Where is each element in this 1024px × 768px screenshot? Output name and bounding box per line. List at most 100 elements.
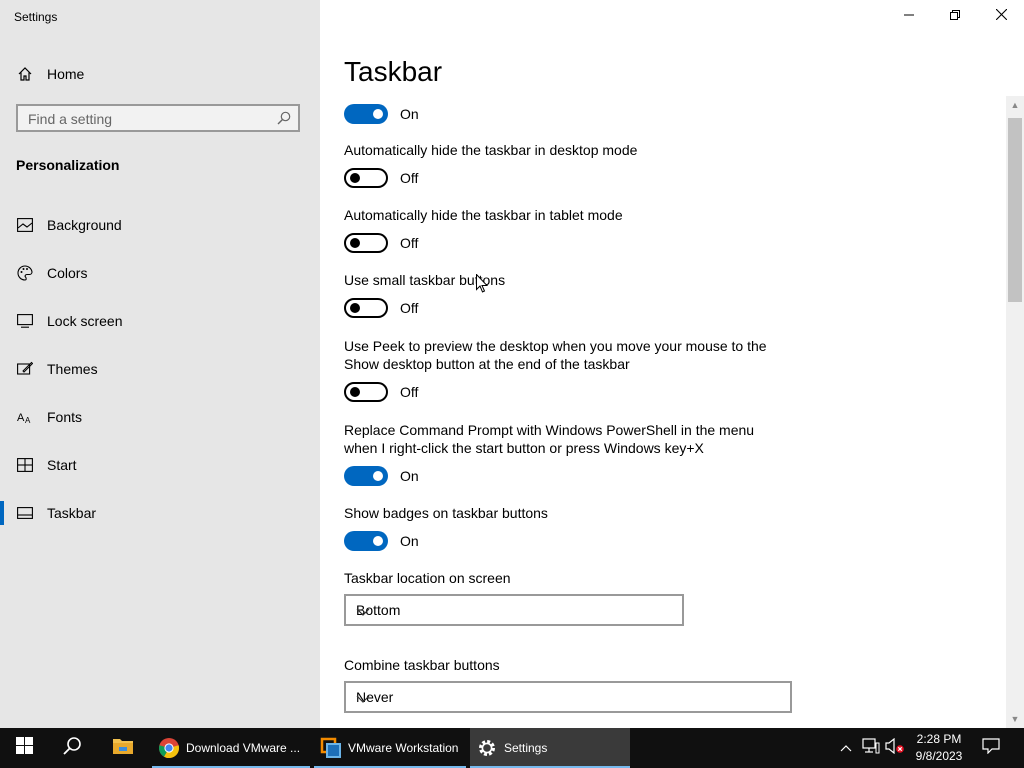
auto-hide-desktop-toggle-row: Off bbox=[344, 168, 418, 188]
taskbar-app-label: Download VMware ... bbox=[186, 741, 301, 755]
badges-toggle-row: On bbox=[344, 531, 419, 551]
taskbar-app-settings[interactable]: Settings bbox=[470, 728, 630, 768]
home-icon bbox=[16, 65, 34, 83]
small-buttons-label: Use small taskbar buttons bbox=[344, 272, 506, 288]
svg-text:A: A bbox=[25, 416, 31, 424]
svg-text:A: A bbox=[17, 412, 25, 424]
auto-hide-desktop-toggle[interactable] bbox=[344, 168, 388, 188]
start-icon bbox=[16, 456, 34, 474]
sidebar-item-fonts[interactable]: AA Fonts bbox=[0, 393, 320, 441]
sidebar-nav: Background Colors Lock screen Themes AA … bbox=[0, 201, 320, 537]
peek-label: Use Peek to preview the desktop when you… bbox=[344, 338, 767, 372]
windows-taskbar: Download VMware ... VMware Workstation S… bbox=[0, 728, 1024, 768]
restore-button[interactable] bbox=[932, 0, 978, 32]
taskbar-app-chrome[interactable]: Download VMware ... bbox=[152, 728, 310, 768]
toggle-state-text: On bbox=[400, 468, 419, 484]
scroll-up-arrow-icon[interactable]: ▲ bbox=[1006, 96, 1024, 114]
sidebar-item-themes[interactable]: Themes bbox=[0, 345, 320, 393]
badges-toggle[interactable] bbox=[344, 531, 388, 551]
search-icon[interactable] bbox=[276, 110, 292, 126]
badges-label: Show badges on taskbar buttons bbox=[344, 505, 548, 521]
sidebar-item-start[interactable]: Start bbox=[0, 441, 320, 489]
lock-taskbar-toggle-row: On bbox=[344, 104, 419, 124]
picture-icon bbox=[16, 216, 34, 234]
taskbar-app-vmware[interactable]: VMware Workstation bbox=[314, 728, 466, 768]
sidebar-item-lock-screen[interactable]: Lock screen bbox=[0, 297, 320, 345]
windows-logo-icon bbox=[15, 737, 33, 759]
sidebar-item-label: Background bbox=[47, 217, 122, 233]
folder-icon bbox=[112, 737, 134, 760]
toggle-state-text: Off bbox=[400, 300, 419, 316]
small-buttons-toggle-row: Off bbox=[344, 298, 418, 318]
combine-label: Combine taskbar buttons bbox=[344, 657, 500, 673]
search-box[interactable] bbox=[16, 104, 300, 132]
toggle-state-text: Off bbox=[400, 384, 419, 400]
vertical-scrollbar[interactable]: ▲ ▼ bbox=[1006, 96, 1024, 728]
restore-icon bbox=[950, 7, 960, 25]
section-title: Personalization bbox=[16, 157, 120, 173]
settings-sidebar: Settings Home Personalization Background… bbox=[0, 0, 320, 728]
auto-hide-desktop-label: Automatically hide the taskbar in deskto… bbox=[344, 142, 638, 158]
home-label: Home bbox=[47, 66, 85, 82]
chrome-icon bbox=[158, 737, 180, 759]
chevron-up-icon bbox=[840, 739, 852, 757]
gear-icon bbox=[476, 737, 498, 759]
page-title: Taskbar bbox=[344, 56, 443, 87]
lock-taskbar-toggle[interactable] bbox=[344, 104, 388, 124]
auto-hide-tablet-label: Automatically hide the taskbar in tablet… bbox=[344, 207, 623, 223]
vmware-icon bbox=[320, 737, 342, 759]
notification-icon bbox=[982, 737, 1000, 759]
clock-time: 2:28 PM bbox=[916, 732, 962, 746]
volume-button[interactable] bbox=[884, 728, 906, 768]
search-input[interactable] bbox=[18, 106, 280, 132]
volume-muted-icon bbox=[885, 737, 905, 759]
start-button[interactable] bbox=[0, 728, 48, 768]
show-hidden-icons-button[interactable] bbox=[836, 728, 856, 768]
scroll-thumb[interactable] bbox=[1008, 118, 1022, 302]
taskbar-app-label: VMware Workstation bbox=[348, 741, 459, 755]
mouse-cursor-icon bbox=[476, 273, 489, 298]
chevron-down-icon bbox=[356, 604, 674, 620]
taskbar-icon bbox=[16, 504, 34, 522]
fonts-icon: AA bbox=[16, 408, 34, 426]
sidebar-item-label: Colors bbox=[47, 265, 88, 281]
toggle-state-text: On bbox=[400, 106, 419, 122]
location-label: Taskbar location on screen bbox=[344, 570, 511, 586]
search-icon bbox=[62, 736, 82, 761]
sidebar-item-label: Themes bbox=[47, 361, 98, 377]
sidebar-item-taskbar[interactable]: Taskbar bbox=[0, 489, 320, 537]
powershell-label: Replace Command Prompt with Windows Powe… bbox=[344, 422, 755, 456]
sidebar-item-background[interactable]: Background bbox=[0, 201, 320, 249]
clock-date: 9/8/2023 bbox=[915, 749, 963, 763]
powershell-toggle-row: On bbox=[344, 466, 419, 486]
minimize-icon bbox=[904, 7, 914, 25]
auto-hide-tablet-toggle-row: Off bbox=[344, 233, 418, 253]
taskbar-app-label: Settings bbox=[504, 741, 548, 755]
powershell-toggle[interactable] bbox=[344, 466, 388, 486]
palette-icon bbox=[16, 264, 34, 282]
location-dropdown[interactable]: Bottom bbox=[344, 594, 684, 626]
network-button[interactable] bbox=[860, 728, 882, 768]
sidebar-item-label: Taskbar bbox=[47, 505, 97, 521]
peek-toggle-row: Off bbox=[344, 382, 418, 402]
home-nav-item[interactable]: Home bbox=[16, 63, 84, 85]
toggle-state-text: On bbox=[400, 533, 419, 549]
toggle-state-text: Off bbox=[400, 170, 419, 186]
peek-toggle[interactable] bbox=[344, 382, 388, 402]
toggle-state-text: Off bbox=[400, 235, 419, 251]
lock-screen-icon bbox=[16, 312, 34, 330]
taskbar-clock[interactable]: 2:28 PM 9/8/2023 bbox=[906, 731, 972, 765]
auto-hide-tablet-toggle[interactable] bbox=[344, 233, 388, 253]
small-buttons-toggle[interactable] bbox=[344, 298, 388, 318]
sidebar-item-colors[interactable]: Colors bbox=[0, 249, 320, 297]
search-taskbar-button[interactable] bbox=[48, 728, 96, 768]
scroll-down-arrow-icon[interactable]: ▼ bbox=[1006, 710, 1024, 728]
chevron-down-icon bbox=[356, 691, 782, 707]
minimize-button[interactable] bbox=[886, 0, 932, 32]
close-button[interactable] bbox=[978, 0, 1024, 32]
app-title: Settings bbox=[14, 10, 58, 24]
action-center-button[interactable] bbox=[976, 728, 1006, 768]
combine-dropdown[interactable]: Never bbox=[344, 681, 792, 713]
file-explorer-button[interactable] bbox=[100, 728, 146, 768]
sidebar-item-label: Fonts bbox=[47, 409, 83, 425]
